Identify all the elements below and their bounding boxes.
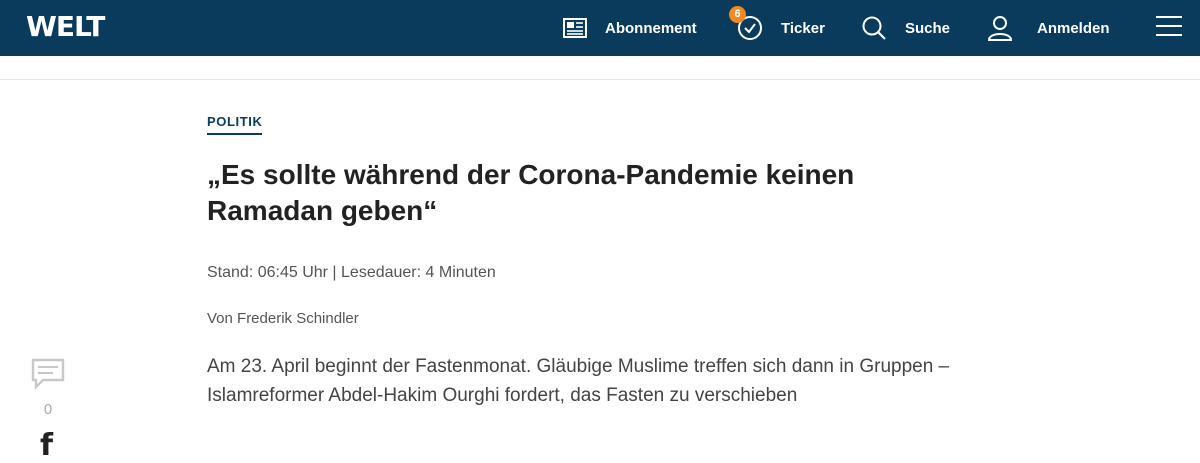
header-divider [0, 79, 1200, 80]
suche-button[interactable]: Suche [861, 0, 950, 56]
newspaper-icon [563, 18, 587, 38]
suche-label: Suche [905, 19, 951, 37]
top-navigation-bar: WELT Abonnement Ticker 6 Suche Anmelden [0, 0, 1200, 56]
abonnement-link[interactable]: Abonnement [563, 0, 697, 56]
ticker-link[interactable]: Ticker [737, 0, 825, 56]
welt-logo[interactable]: WELT [26, 11, 105, 43]
hamburger-menu-icon[interactable] [1156, 16, 1182, 38]
section-kicker[interactable]: POLITIK [207, 114, 263, 135]
article-author: Von Frederik Schindler [207, 310, 359, 327]
article-meta: Stand: 06:45 Uhr | Lesedauer: 4 Minuten [207, 264, 496, 281]
user-icon [986, 14, 1014, 42]
article-teaser: Am 23. April beginnt der Fastenmonat. Gl… [207, 356, 950, 406]
ticker-label: Ticker [781, 19, 825, 37]
anmelden-button[interactable]: Anmelden [986, 0, 1110, 56]
search-icon [861, 15, 887, 41]
ticker-count-badge: 6 [729, 6, 746, 23]
comment-count: 0 [43, 401, 53, 418]
comment-icon [31, 358, 65, 394]
facebook-icon[interactable]: f [40, 428, 53, 463]
anmelden-label: Anmelden [1037, 19, 1110, 37]
comments-share[interactable]: 0 [30, 358, 66, 418]
article-headline: „Es sollte während der Corona-Pandemie k… [207, 159, 855, 226]
abonnement-label: Abonnement [605, 19, 697, 37]
